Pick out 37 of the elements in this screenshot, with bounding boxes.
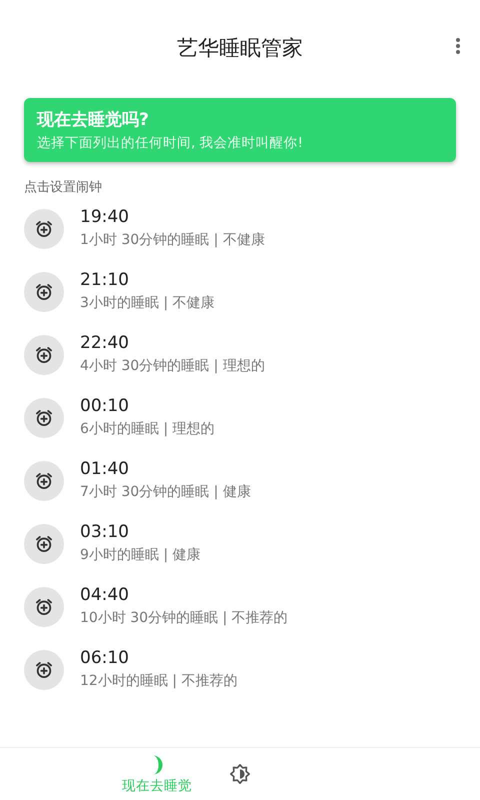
sleep-duration-text: 3小时的睡眠 | 不健康 — [80, 294, 215, 312]
alarm-time[interactable]: 19:40 — [80, 207, 129, 227]
alarm-add-button[interactable] — [24, 587, 64, 627]
alarm-clock-icon — [34, 345, 54, 365]
alarm-time[interactable]: 22:40 — [80, 333, 129, 353]
alarm-time[interactable]: 21:10 — [80, 270, 129, 290]
sleep-duration-text: 10小时 30分钟的睡眠 | 不推荐的 — [80, 609, 288, 627]
alarm-add-button[interactable] — [24, 461, 64, 501]
alarm-time[interactable]: 03:10 — [80, 522, 129, 542]
sleep-duration-text: 9小时的睡眠 | 健康 — [80, 546, 201, 564]
alarm-add-button[interactable] — [24, 650, 64, 690]
alarm-clock-icon — [34, 597, 54, 617]
alarm-add-button[interactable] — [24, 524, 64, 564]
alarm-time[interactable]: 01:40 — [80, 459, 129, 479]
alarm-time[interactable]: 00:10 — [80, 396, 129, 416]
alarm-add-button[interactable] — [24, 398, 64, 438]
app-title: 艺华睡眠管家 — [177, 35, 303, 62]
section-label: 点击设置闹钟 — [24, 179, 102, 196]
sleep-duration-text: 6小时的睡眠 | 理想的 — [80, 420, 215, 438]
alarm-clock-icon — [34, 471, 54, 491]
alarm-time[interactable]: 04:40 — [80, 585, 129, 605]
banner-subtitle: 选择下面列出的任何时间, 我会准时叫醒你! — [37, 134, 304, 152]
sleep-duration-text: 1小时 30分钟的睡眠 | 不健康 — [80, 231, 265, 249]
banner-title: 现在去睡觉吗? — [37, 109, 150, 131]
alarm-add-button[interactable] — [24, 335, 64, 375]
alarm-add-button[interactable] — [24, 272, 64, 312]
alarm-time[interactable]: 06:10 — [80, 648, 129, 668]
alarm-clock-icon — [34, 408, 54, 428]
alarm-clock-icon — [34, 534, 54, 554]
alarm-add-button[interactable] — [24, 209, 64, 249]
brightness-icon — [229, 763, 251, 785]
alarm-clock-icon — [34, 282, 54, 302]
alarm-clock-icon — [34, 219, 54, 239]
sleep-duration-text: 4小时 30分钟的睡眠 | 理想的 — [80, 357, 265, 375]
sleep-duration-text: 7小时 30分钟的睡眠 | 健康 — [80, 483, 251, 501]
alarm-clock-icon — [34, 660, 54, 680]
sleep-duration-text: 12小时的睡眠 | 不推荐的 — [80, 672, 238, 690]
